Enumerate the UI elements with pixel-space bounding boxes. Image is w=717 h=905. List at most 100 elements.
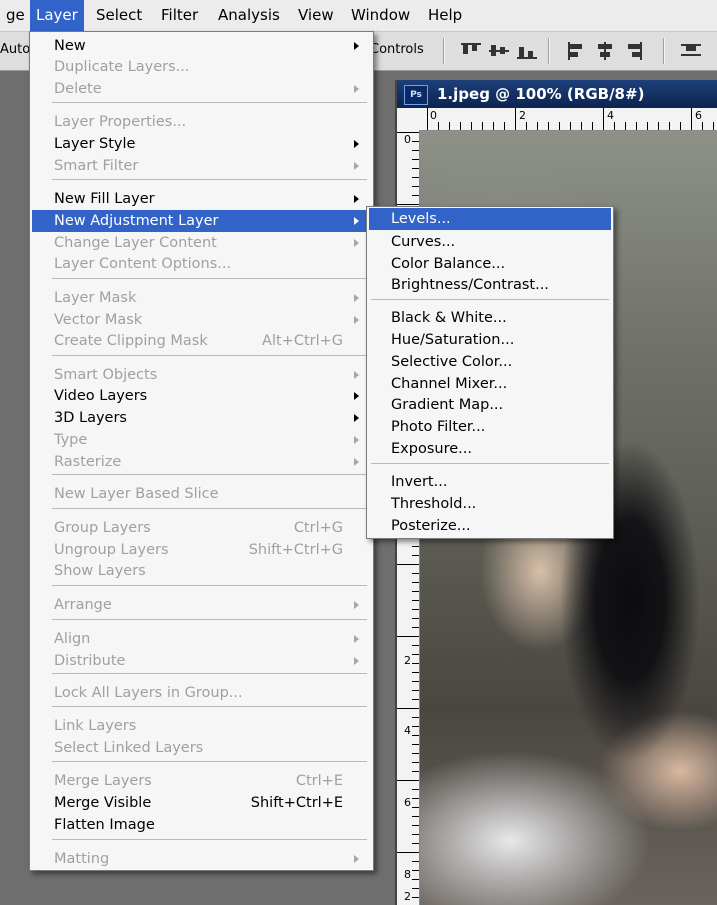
menu-separator <box>52 839 367 840</box>
menu-item-label: Rasterize <box>54 454 122 470</box>
menu-item-label: Merge Layers <box>54 773 152 789</box>
document-title: 1.jpeg @ 100% (RGB/8#) <box>437 85 645 103</box>
layer-menu-item-link-layers: Link Layers <box>32 715 371 737</box>
menu-item-label: Ungroup Layers <box>54 542 169 558</box>
menu-separator <box>52 706 367 707</box>
menubar-item-help[interactable]: Help <box>422 0 468 31</box>
submenu-arrow-icon <box>354 657 359 665</box>
show-transform-controls-label[interactable]: Controls <box>370 42 424 57</box>
layer-menu-item-layer-content-options: Layer Content Options... <box>32 253 371 275</box>
layer-menu-item-layer-style[interactable]: Layer Style <box>32 133 371 155</box>
menubar-item-window[interactable]: Window <box>345 0 416 31</box>
layer-menu-item-new[interactable]: New <box>32 35 371 57</box>
adjustment-menu-item-curves[interactable]: Curves... <box>369 231 611 253</box>
submenu-arrow-icon <box>354 85 359 93</box>
auto-select-label[interactable]: Auto <box>0 42 30 57</box>
menu-item-label: Link Layers <box>54 718 137 734</box>
layer-menu-item-smart-filter: Smart Filter <box>32 155 371 177</box>
submenu-arrow-icon <box>354 436 359 444</box>
layer-menu-item-layer-mask: Layer Mask <box>32 287 371 309</box>
adjustment-menu-item-threshold[interactable]: Threshold... <box>369 493 611 515</box>
layer-menu-item-3d-layers[interactable]: 3D Layers <box>32 407 371 429</box>
menu-separator <box>52 508 367 509</box>
menu-separator <box>371 463 609 464</box>
menubar-item-filter[interactable]: Filter <box>155 0 204 31</box>
adjustment-menu-item-exposure[interactable]: Exposure... <box>369 438 611 460</box>
menu-item-label: New Adjustment Layer <box>54 213 219 229</box>
align-top-edges-icon[interactable] <box>460 41 482 61</box>
submenu-arrow-icon <box>354 392 359 400</box>
menu-item-label: Video Layers <box>54 388 148 404</box>
menu-item-label: Show Layers <box>54 563 146 579</box>
align-right-edges-icon[interactable] <box>622 41 644 61</box>
adjustment-menu-item-selective-color[interactable]: Selective Color... <box>369 351 611 373</box>
menu-item-label: Type <box>54 432 88 448</box>
menu-item-label: Invert... <box>391 474 448 490</box>
layer-menu-item-video-layers[interactable]: Video Layers <box>32 385 371 407</box>
menu-item-label: Black & White... <box>391 310 507 326</box>
layer-menu-item-new-adjustment-layer[interactable]: New Adjustment Layer <box>32 210 371 232</box>
menu-item-label: Selective Color... <box>391 354 513 370</box>
menu-item-label: Distribute <box>54 653 126 669</box>
submenu-arrow-icon <box>354 316 359 324</box>
menu-item-label: Gradient Map... <box>391 397 504 413</box>
adjustment-menu-item-brightness-contrast[interactable]: Brightness/Contrast... <box>369 274 611 296</box>
submenu-arrow-icon <box>354 217 359 225</box>
align-vertical-centers-icon[interactable] <box>488 41 510 61</box>
adjustment-menu-item-photo-filter[interactable]: Photo Filter... <box>369 416 611 438</box>
ruler-tick-label: 4 <box>404 724 411 737</box>
adjustment-menu-item-black-white[interactable]: Black & White... <box>369 307 611 329</box>
layer-menu-item-merge-layers: Merge Layers Ctrl+E <box>32 770 371 792</box>
submenu-arrow-icon <box>354 371 359 379</box>
menu-item-label: Smart Filter <box>54 158 139 174</box>
layer-menu-item-align: Align <box>32 628 371 650</box>
align-horizontal-centers-icon[interactable] <box>594 41 616 61</box>
adjustment-menu-item-posterize[interactable]: Posterize... <box>369 515 611 537</box>
new-adjustment-layer-submenu: Levels... Curves... Color Balance... Bright… <box>366 206 614 539</box>
layer-menu-item-new-fill-layer[interactable]: New Fill Layer <box>32 188 371 210</box>
layer-menu-item-delete: Delete <box>32 78 371 100</box>
layer-menu-item-smart-objects: Smart Objects <box>32 364 371 386</box>
layer-menu-item-group-layers: Group Layers Ctrl+G <box>32 517 371 539</box>
ruler-tick-label: 2 <box>404 654 411 667</box>
menu-separator <box>52 278 367 279</box>
menu-separator <box>52 474 367 475</box>
menu-item-label: Posterize... <box>391 518 471 534</box>
adjustment-menu-item-gradient-map[interactable]: Gradient Map... <box>369 394 611 416</box>
menu-item-label: Layer Mask <box>54 290 137 306</box>
horizontal-ruler[interactable]: 0 2 4 6 <box>397 108 717 131</box>
menubar-item-analysis[interactable]: Analysis <box>212 0 286 31</box>
submenu-arrow-icon <box>354 635 359 643</box>
adjustment-menu-item-hue-saturation[interactable]: Hue/Saturation... <box>369 329 611 351</box>
options-separator <box>548 38 550 64</box>
adjustment-menu-item-levels[interactable]: Levels... <box>369 208 611 230</box>
layer-menu-item-flatten-image[interactable]: Flatten Image <box>32 814 371 836</box>
layer-menu-item-lock-all-layers-in-group: Lock All Layers in Group... <box>32 682 371 704</box>
menu-item-label: Levels... <box>391 211 451 227</box>
submenu-arrow-icon <box>354 239 359 247</box>
adjustment-menu-item-channel-mixer[interactable]: Channel Mixer... <box>369 373 611 395</box>
align-left-edges-icon[interactable] <box>566 41 588 61</box>
distribute-top-edges-icon[interactable] <box>680 41 702 61</box>
layer-menu-item-type: Type <box>32 429 371 451</box>
submenu-arrow-icon <box>354 140 359 148</box>
menu-separator <box>52 673 367 674</box>
menu-item-shortcut: Ctrl+E <box>295 773 343 789</box>
layer-menu-item-merge-visible[interactable]: Merge Visible Shift+Ctrl+E <box>32 792 371 814</box>
menu-item-label: Change Layer Content <box>54 235 217 251</box>
menubar-item-layer[interactable]: Layer <box>30 0 84 31</box>
menubar-item-select[interactable]: Select <box>90 0 148 31</box>
adjustment-menu-item-color-balance[interactable]: Color Balance... <box>369 253 611 275</box>
document-title-bar[interactable]: Ps 1.jpeg @ 100% (RGB/8#) <box>397 80 717 108</box>
menubar-item-ge[interactable]: ge <box>0 0 31 31</box>
menu-separator <box>371 299 609 300</box>
submenu-arrow-icon <box>354 414 359 422</box>
menu-item-label: Brightness/Contrast... <box>391 277 549 293</box>
adjustment-menu-item-invert[interactable]: Invert... <box>369 471 611 493</box>
menubar-item-view[interactable]: View <box>292 0 340 31</box>
ruler-tick-label: 6 <box>695 109 702 122</box>
submenu-arrow-icon <box>354 162 359 170</box>
submenu-arrow-icon <box>354 195 359 203</box>
layer-menu-item-arrange: Arrange <box>32 594 371 616</box>
align-bottom-edges-icon[interactable] <box>516 41 538 61</box>
